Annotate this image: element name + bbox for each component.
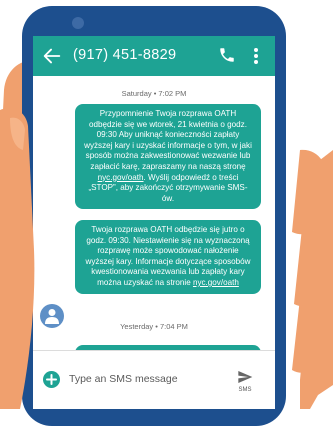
thumb-illustration: [0, 108, 35, 409]
